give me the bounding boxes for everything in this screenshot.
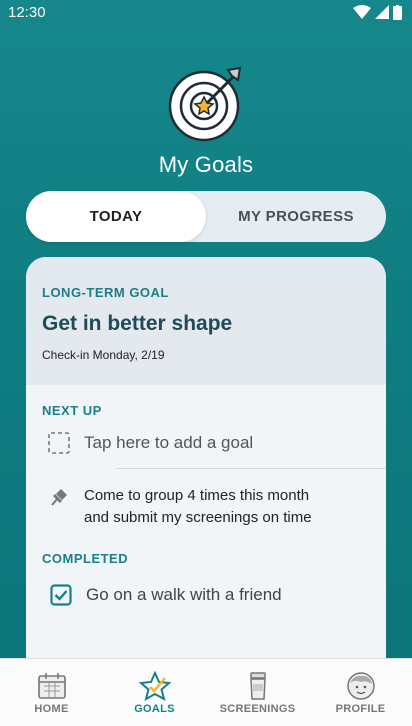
tab-switcher: TODAY MY PROGRESS xyxy=(26,191,386,242)
checkin-date: Check-in Monday, 2/19 xyxy=(42,348,165,362)
header: My Goals xyxy=(0,24,412,178)
specimen-cup-icon xyxy=(249,672,266,700)
pushpin-icon xyxy=(51,489,67,506)
goals-card: LONG-TERM GOAL Get in better shape Check… xyxy=(26,257,386,726)
completed-item[interactable]: Go on a walk with a friend xyxy=(42,584,370,606)
status-icons xyxy=(353,4,402,20)
page-title: My Goals xyxy=(158,152,254,177)
nav-home[interactable]: HOME xyxy=(0,659,103,726)
wifi-icon xyxy=(353,5,371,19)
nav-goals[interactable]: GOALS xyxy=(103,659,206,726)
bottom-nav: HOME GOALS SCREENINGS PROFILE xyxy=(0,658,412,726)
calendar-icon xyxy=(37,673,66,699)
long-term-goal-eyebrow: LONG-TERM GOAL xyxy=(42,285,169,300)
tab-my-progress[interactable]: MY PROGRESS xyxy=(206,191,386,242)
dashed-checkbox-icon xyxy=(48,432,70,454)
completed-item-label: Go on a walk with a friend xyxy=(86,585,282,604)
pinned-goal-item[interactable]: Come to group 4 times this month and sub… xyxy=(42,485,370,529)
star-icon xyxy=(138,671,171,701)
add-goal-button[interactable]: Tap here to add a goal xyxy=(42,432,370,454)
profile-face-icon xyxy=(346,672,375,700)
status-bar: 12:30 xyxy=(0,0,412,24)
add-goal-label: Tap here to add a goal xyxy=(84,433,254,452)
pinned-goal-text: Come to group 4 times this month and sub… xyxy=(84,487,312,526)
divider xyxy=(116,468,386,469)
long-term-goal-section[interactable]: LONG-TERM GOAL Get in better shape Check… xyxy=(26,257,386,385)
nav-home-label: HOME xyxy=(34,703,69,715)
nav-screenings-label: SCREENINGS xyxy=(219,703,296,715)
status-time: 12:30 xyxy=(8,3,46,21)
long-term-goal-title: Get in better shape xyxy=(42,312,233,335)
nav-screenings[interactable]: SCREENINGS xyxy=(206,659,309,726)
nav-goals-label: GOALS xyxy=(134,703,175,715)
next-up-header: NEXT UP xyxy=(42,403,102,418)
next-up-section: NEXT UP Tap here to add a goal Come to g… xyxy=(26,385,386,606)
battery-icon xyxy=(393,4,402,20)
tab-today[interactable]: TODAY xyxy=(26,191,206,242)
target-arrow-icon xyxy=(168,66,242,142)
nav-profile[interactable]: PROFILE xyxy=(309,659,412,726)
completed-header: COMPLETED xyxy=(42,551,129,566)
checked-checkbox-icon[interactable] xyxy=(50,584,72,606)
signal-icon xyxy=(375,5,389,19)
nav-profile-label: PROFILE xyxy=(335,703,386,715)
